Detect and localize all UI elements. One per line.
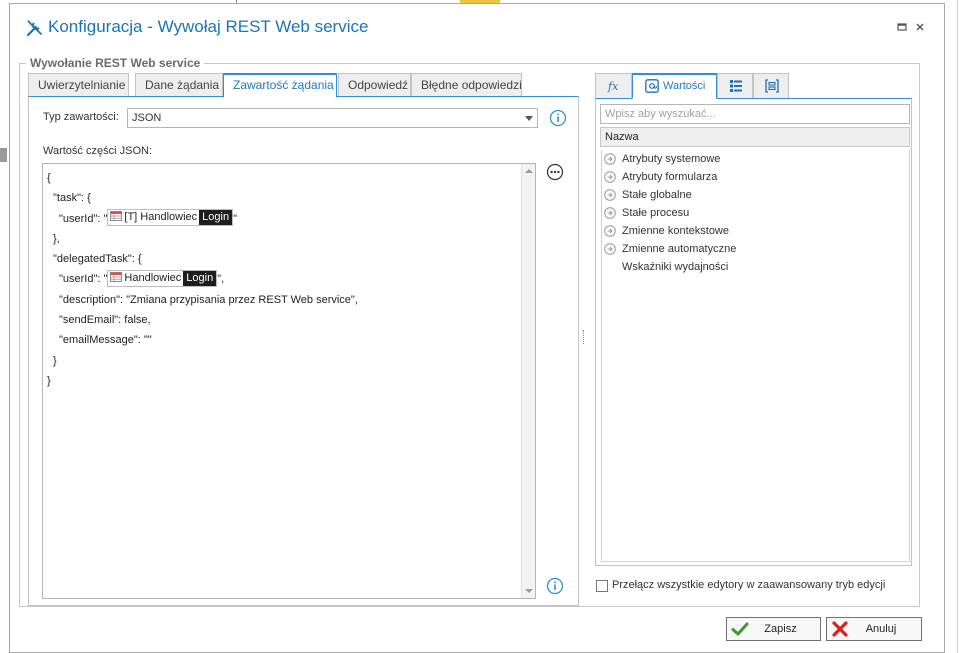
code-line: "sendEmail": false,	[59, 314, 151, 327]
tab-authentication[interactable]: Uwierzytelnianie	[28, 73, 129, 97]
json-value-label: Wartość części JSON:	[43, 145, 152, 157]
request-content-panel: Typ zawartości: JSON Wartość części JSON…	[28, 96, 579, 606]
tree-item-context-variables[interactable]: Zmienne kontekstowe	[602, 222, 909, 240]
json-editor-text[interactable]: { "task": { "userId": " [T] Handlowiec Log…	[43, 164, 521, 598]
expand-arrow-icon[interactable]	[604, 171, 616, 183]
code-line: }	[47, 374, 51, 387]
advanced-mode-checkbox[interactable]	[596, 580, 608, 592]
json-editor[interactable]: { "task": { "userId": " [T] Handlowiec Log…	[42, 163, 536, 599]
code-line: "userId": " [T] Handlowiec Login "	[59, 209, 237, 227]
restore-icon	[897, 23, 907, 31]
tab-values-label: Wartości	[663, 80, 706, 92]
column-header-name[interactable]: Nazwa	[600, 127, 910, 147]
tab-response[interactable]: Odpowiedź	[338, 73, 411, 97]
svg-text:fx: fx	[607, 80, 619, 93]
title-bar: Konfiguracja - Wywołaj REST Web service	[10, 4, 944, 54]
code-line: "task": {	[53, 192, 91, 205]
more-options-icon[interactable]	[546, 163, 564, 181]
content-type-value: JSON	[132, 112, 162, 124]
cancel-button-label: Anuluj	[865, 623, 897, 635]
editor-scrollbar[interactable]	[521, 164, 535, 598]
tree-item-system-attributes[interactable]: Atrybuty systemowe	[602, 150, 909, 168]
content-type-select[interactable]: JSON	[127, 108, 538, 128]
tools-icon	[26, 20, 42, 37]
code-line: "description": "Zmiana przypisania przez…	[59, 293, 358, 306]
tab-form[interactable]	[753, 73, 789, 99]
group-legend: Wywołanie REST Web service	[30, 56, 201, 70]
table-icon	[110, 272, 123, 283]
panel-splitter[interactable]	[583, 330, 585, 344]
variable-token[interactable]: Handlowiec Login	[107, 270, 218, 288]
scroll-up-icon[interactable]	[525, 169, 533, 173]
advanced-mode-label: Przełącz wszystkie edytory w zaawansowan…	[612, 579, 886, 591]
expand-arrow-icon[interactable]	[604, 189, 616, 201]
tree-item-automatic-variables[interactable]: Zmienne automatyczne	[602, 240, 909, 258]
tree-item-process-constants[interactable]: Stałe procesu	[602, 204, 909, 222]
chevron-down-icon	[525, 116, 533, 121]
variable-token[interactable]: [T] Handlowiec Login	[107, 209, 234, 227]
expand-arrow-icon[interactable]	[604, 243, 616, 255]
tab-error-responses[interactable]: Błędne odpowiedzi	[411, 73, 522, 97]
values-icon	[645, 79, 659, 93]
tree-item-form-attributes[interactable]: Atrybuty formularza	[602, 168, 909, 186]
tab-values[interactable]: Wartości	[632, 73, 717, 99]
cancel-button[interactable]: Anuluj	[826, 617, 922, 641]
info-icon[interactable]	[549, 109, 567, 127]
list-icon	[730, 80, 742, 92]
code-line: {	[47, 172, 51, 184]
search-input[interactable]	[600, 104, 910, 124]
tab-list[interactable]	[717, 73, 753, 99]
form-icon	[765, 79, 779, 93]
info-icon[interactable]	[546, 577, 564, 595]
values-tree: Atrybuty systemowe Atrybuty formularza S…	[601, 150, 910, 562]
table-icon	[110, 211, 123, 222]
close-button[interactable]	[913, 21, 927, 35]
save-button[interactable]: Zapisz	[726, 617, 821, 641]
tab-functions[interactable]: fx	[595, 73, 632, 99]
tree-item-global-constants[interactable]: Stałe globalne	[602, 186, 909, 204]
save-button-label: Zapisz	[764, 623, 797, 635]
restore-button[interactable]	[895, 21, 909, 35]
code-line: "emailMessage": ""	[59, 334, 152, 347]
tree-item-performance-indicators[interactable]: Wskaźniki wydajności	[602, 258, 909, 276]
code-line: "delegatedTask": {	[53, 253, 142, 266]
scroll-down-icon[interactable]	[525, 589, 533, 593]
close-icon	[916, 23, 924, 31]
expand-arrow-icon[interactable]	[604, 207, 616, 219]
values-panel: Nazwa Atrybuty systemowe Atrybuty formul…	[595, 98, 912, 566]
token-attribute: Login	[199, 210, 233, 226]
expand-arrow-icon[interactable]	[604, 225, 616, 237]
tab-request-content[interactable]: Zawartość żądania	[223, 73, 337, 98]
code-line: },	[53, 232, 60, 245]
code-line: "userId": " Handlowiec Login ",	[59, 270, 225, 288]
window-title: Konfiguracja - Wywołaj REST Web service	[48, 17, 369, 36]
token-attribute: Login	[183, 271, 217, 287]
expand-arrow-icon[interactable]	[604, 153, 616, 165]
code-line: }	[53, 354, 57, 367]
fx-icon: fx	[607, 80, 619, 93]
background-window-edge	[0, 148, 7, 162]
background-scroll-edge	[957, 0, 958, 653]
content-type-label: Typ zawartości:	[43, 111, 119, 123]
tab-request-data[interactable]: Dane żądania	[135, 73, 223, 97]
